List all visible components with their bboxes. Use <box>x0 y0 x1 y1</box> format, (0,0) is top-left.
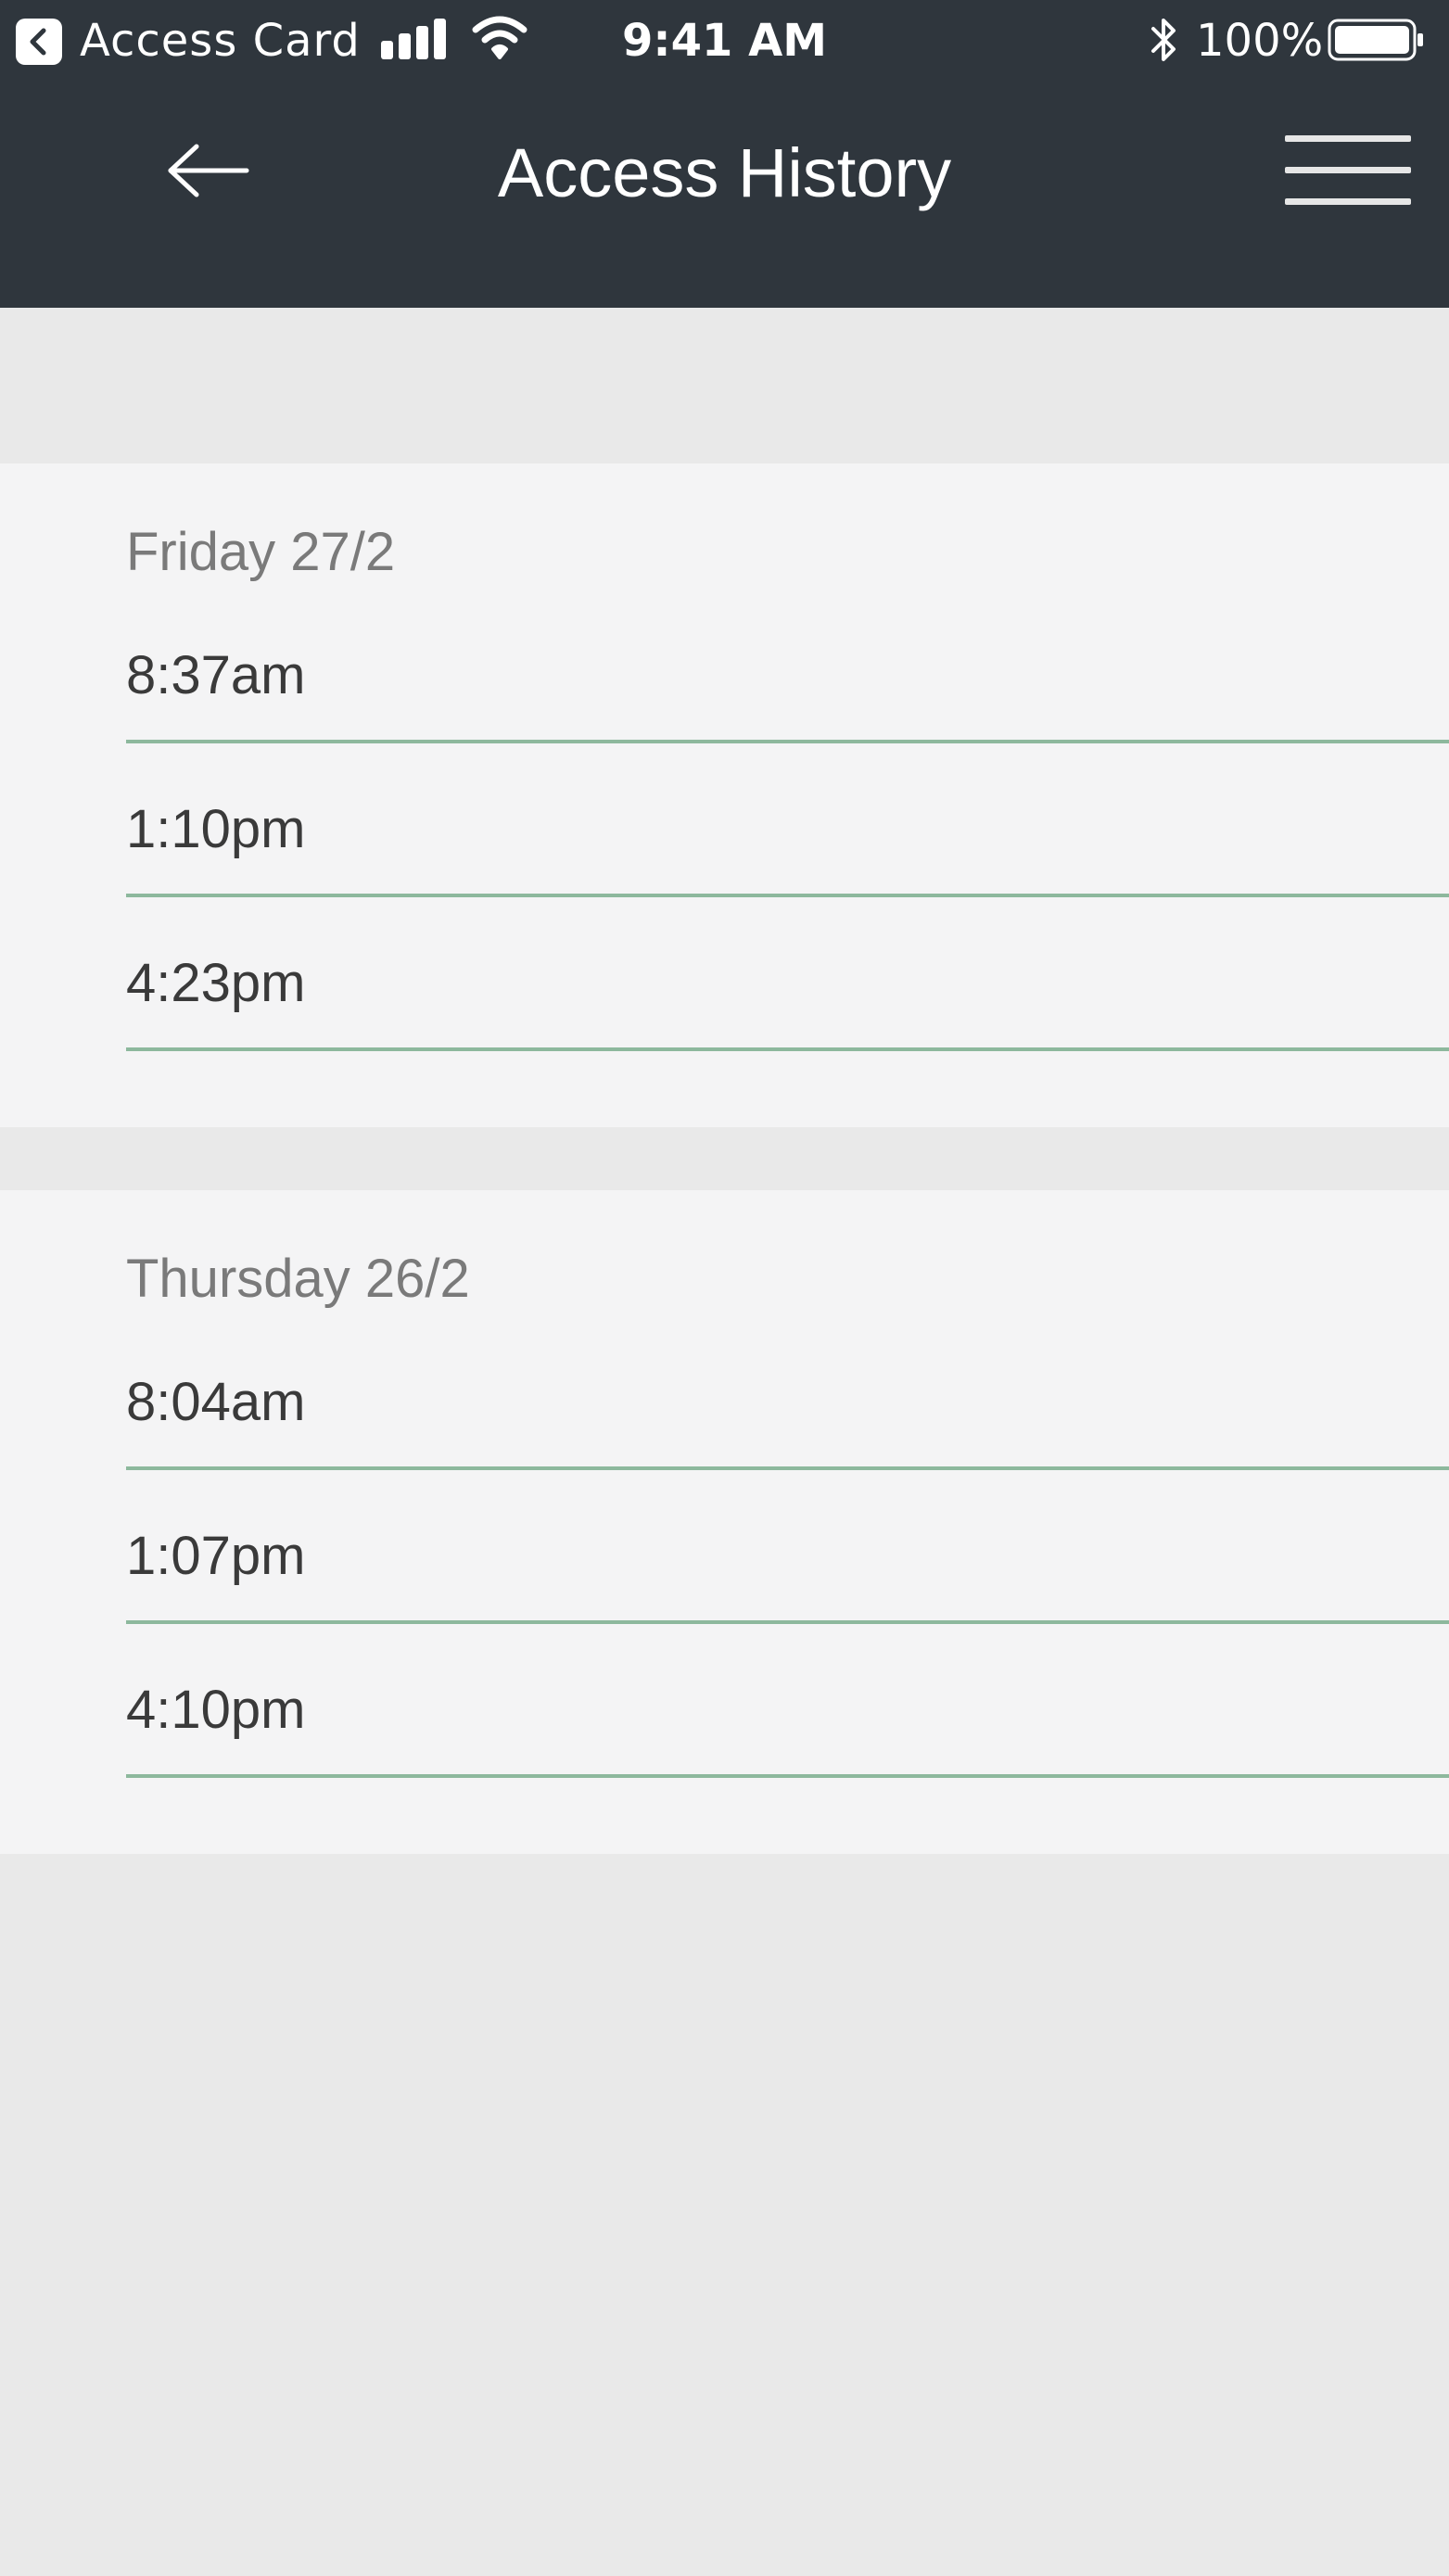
page-title: Access History <box>497 134 952 211</box>
day-section: Thursday 26/2 8:04am 1:07pm 4:10pm <box>0 1190 1449 1854</box>
bluetooth-icon <box>1151 19 1176 61</box>
battery-icon <box>1328 19 1423 61</box>
header-bar: Access Card 9:41 AM 100% Access History <box>0 0 1449 308</box>
access-entry[interactable]: 4:23pm <box>126 897 1449 1051</box>
access-time: 1:07pm <box>126 1526 306 1586</box>
day-section: Friday 27/2 8:37am 1:10pm 4:23pm <box>0 463 1449 1127</box>
access-entry[interactable]: 8:04am <box>126 1316 1449 1470</box>
access-time: 1:10pm <box>126 799 306 859</box>
access-history-screen: Access Card 9:41 AM 100% Access History … <box>0 0 1449 2576</box>
access-time: 4:23pm <box>126 953 306 1013</box>
menu-line <box>1285 167 1411 173</box>
menu-line <box>1285 198 1411 205</box>
battery-percent: 100% <box>1196 15 1324 67</box>
access-entry[interactable]: 1:07pm <box>126 1470 1449 1624</box>
access-time: 4:10pm <box>126 1680 306 1740</box>
access-entry[interactable]: 8:37am <box>126 590 1449 743</box>
day-heading: Thursday 26/2 <box>126 1249 470 1309</box>
access-time: 8:04am <box>126 1372 306 1432</box>
access-entry[interactable]: 4:10pm <box>126 1624 1449 1778</box>
access-entry[interactable]: 1:10pm <box>126 743 1449 897</box>
access-time: 8:37am <box>126 645 306 705</box>
menu-line <box>1285 135 1411 142</box>
day-heading: Friday 27/2 <box>126 522 396 582</box>
hamburger-menu-icon[interactable] <box>1285 133 1411 207</box>
